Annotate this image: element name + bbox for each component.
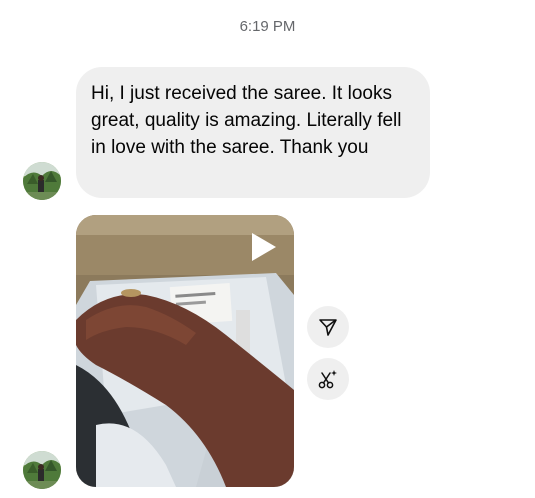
contact-avatar[interactable]: [23, 451, 61, 489]
contact-avatar[interactable]: [23, 162, 61, 200]
received-message-bubble[interactable]: Hi, I just received the saree. It looks …: [76, 67, 430, 198]
video-message[interactable]: [76, 215, 294, 487]
ai-effects-button[interactable]: [307, 358, 349, 400]
message-text: Hi, I just received the saree. It looks …: [91, 83, 402, 158]
avatar-image: [23, 451, 61, 489]
share-button[interactable]: [307, 306, 349, 348]
play-icon[interactable]: [250, 232, 278, 262]
avatar-image: [23, 162, 61, 200]
share-icon: [319, 319, 337, 336]
message-timestamp: 6:19 PM: [239, 18, 296, 35]
ai-effects-icon: [318, 370, 337, 389]
